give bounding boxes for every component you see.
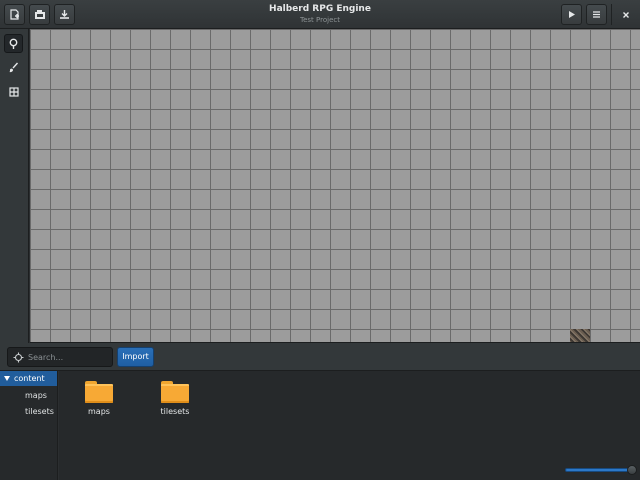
tree-item-label: content (14, 374, 45, 383)
file-item-tilesets[interactable]: tilesets (145, 381, 205, 416)
tree-item-tilesets[interactable]: tilesets (25, 404, 54, 419)
close-icon (622, 11, 629, 18)
close-button[interactable] (615, 4, 636, 25)
zoom-slider[interactable] (565, 465, 637, 475)
download-icon (60, 10, 69, 19)
import-button[interactable]: Import (117, 347, 154, 367)
asset-panel-toolbar: Import (0, 343, 640, 371)
header-bar: Halberd RPG Engine Test Project (0, 0, 640, 29)
open-project-button[interactable] (29, 4, 50, 25)
main-menu-button[interactable] (586, 4, 607, 25)
file-item-maps[interactable]: maps (69, 381, 129, 416)
brush-icon (9, 62, 19, 73)
window-title-block: Halberd RPG Engine Test Project (200, 3, 440, 25)
play-icon (569, 11, 575, 18)
file-view: maps tilesets (59, 371, 640, 480)
asset-tree: content maps tilesets (0, 371, 58, 480)
tool-select[interactable] (4, 34, 23, 53)
header-separator (611, 4, 612, 25)
tool-tile-select[interactable] (4, 82, 23, 101)
app-window: Halberd RPG Engine Test Project Search..… (0, 0, 640, 480)
map-canvas[interactable] (30, 29, 640, 343)
folder-icon (161, 381, 189, 403)
run-button[interactable] (561, 4, 582, 25)
new-document-icon (10, 9, 19, 20)
search-input[interactable] (28, 350, 110, 364)
placed-tile[interactable] (570, 329, 590, 342)
open-icon (34, 10, 45, 19)
pin-icon (9, 38, 18, 49)
window-title: Halberd RPG Engine (269, 4, 371, 14)
tree-item-content[interactable]: content (0, 371, 57, 386)
file-label: maps (88, 407, 110, 416)
new-document-button[interactable] (4, 4, 25, 25)
export-button[interactable] (54, 4, 75, 25)
search-icon (13, 352, 24, 363)
file-label: tilesets (160, 407, 190, 416)
grid-select-icon (8, 86, 19, 97)
window-subtitle: Test Project (300, 16, 340, 24)
expand-arrow-icon[interactable] (4, 376, 10, 381)
tool-brush[interactable] (4, 58, 23, 77)
menu-icon (593, 11, 600, 18)
search-box[interactable] (7, 347, 113, 367)
tool-strip (0, 29, 29, 343)
zoom-slider-handle[interactable] (627, 465, 637, 475)
tree-item-maps[interactable]: maps (25, 388, 47, 403)
folder-icon (85, 381, 113, 403)
zoom-slider-track[interactable] (565, 468, 631, 472)
